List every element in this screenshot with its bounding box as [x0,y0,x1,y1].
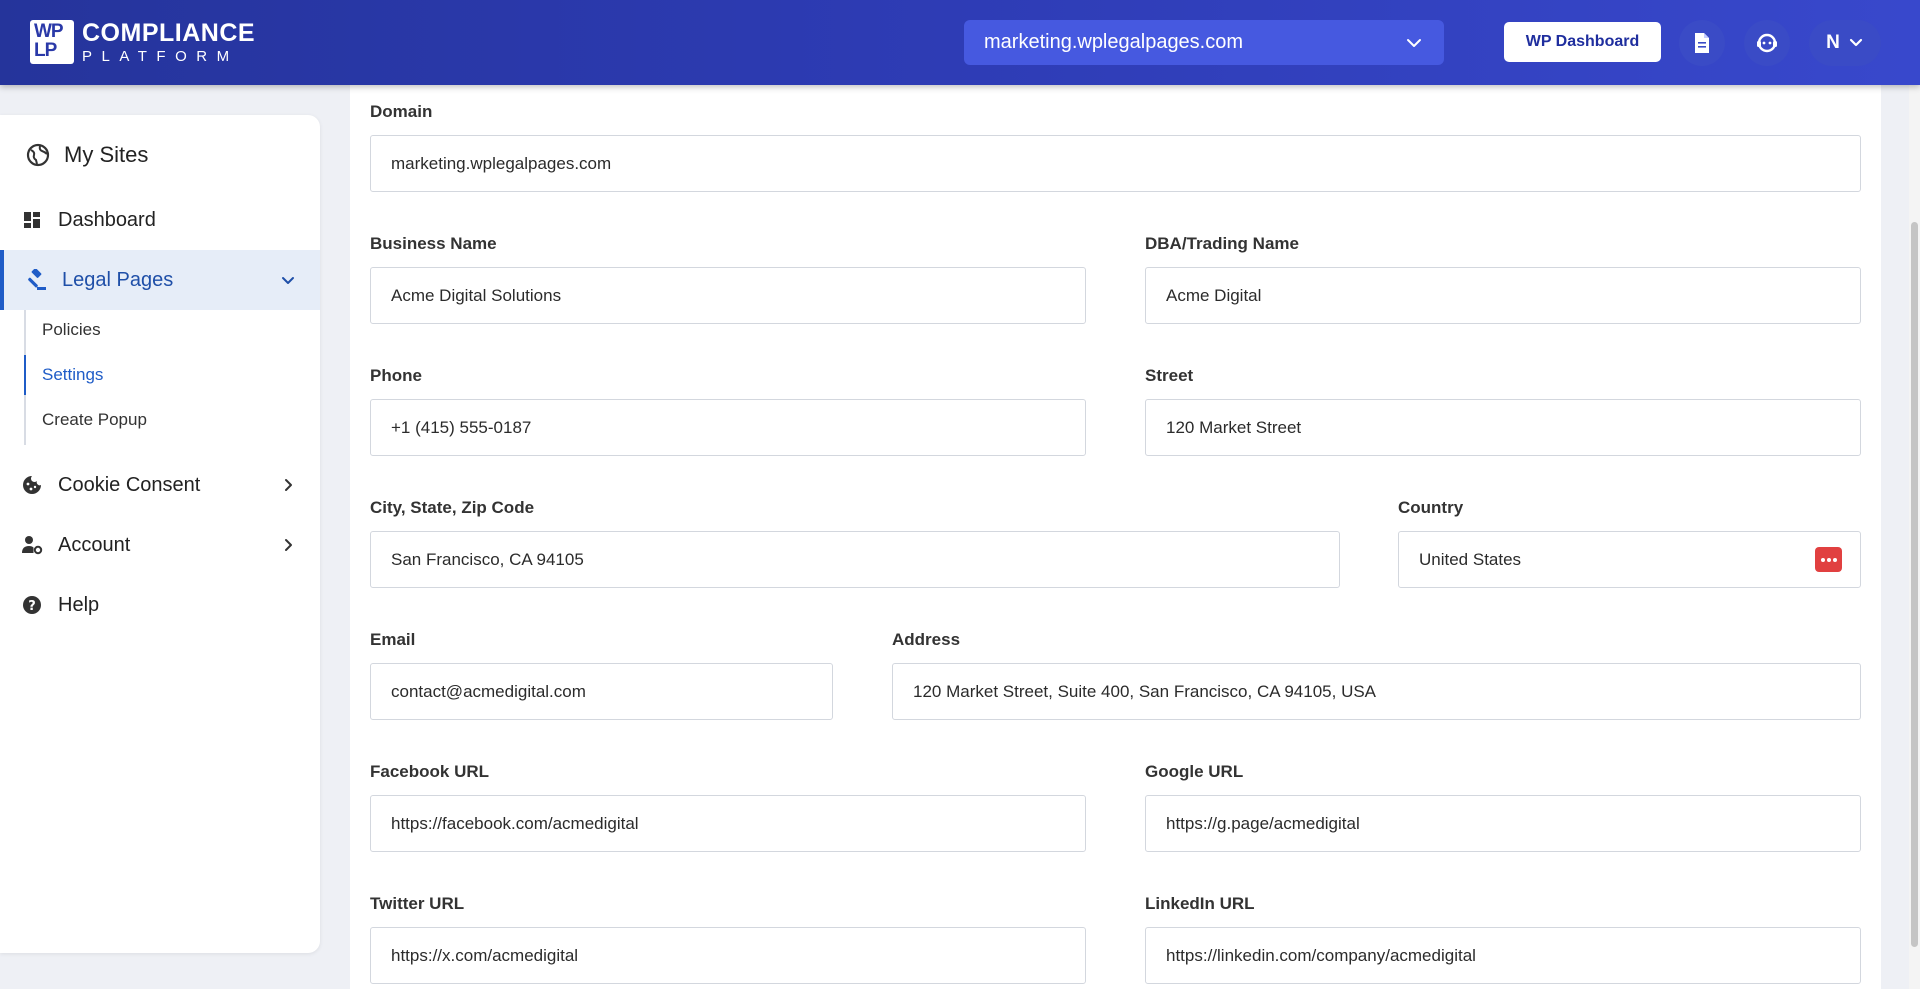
sidebar-item-my-sites[interactable]: My Sites [0,122,320,188]
logo[interactable]: WP LP COMPLIANCE PLATFORM [30,20,255,64]
chevron-down-icon [1849,38,1862,47]
sidebar-item-label: Dashboard [58,208,156,231]
sidebar-item-label: Cookie Consent [58,473,201,496]
street-value: 120 Market Street [1166,417,1302,437]
submenu-item-create-popup[interactable]: Create Popup [26,400,286,440]
document-icon [1695,33,1709,53]
cookie-icon [20,473,44,497]
chevron-down-icon [282,277,294,284]
phone-input[interactable]: +1 (415) 555-0187 [370,399,1086,456]
address-label: Address [892,630,961,649]
google-value: https://g.page/acmedigital [1166,813,1360,833]
business-name-value: Acme Digital Solutions [391,285,562,305]
document-button[interactable] [1679,20,1725,66]
business-name-input[interactable]: Acme Digital Solutions [370,267,1086,324]
sidebar-item-label: Account [58,533,131,556]
city-value: San Francisco, CA 94105 [391,549,584,569]
user-initial: N [1826,32,1840,53]
facebook-value: https://facebook.com/acmedigital [391,813,639,833]
email-label: Email [370,630,416,649]
business-name-label: Business Name [370,234,497,253]
user-settings-icon [20,533,44,557]
sidebar-item-label: Legal Pages [62,268,174,291]
dashboard-icon [20,208,44,232]
linkedin-label: LinkedIn URL [1145,894,1255,913]
email-input[interactable]: contact@acmedigital.com [370,663,833,720]
email-value: contact@acmedigital.com [391,681,586,701]
globe-icon [26,143,50,167]
facebook-label: Facebook URL [370,762,490,781]
phone-label: Phone [370,366,422,385]
gavel-icon [24,268,48,292]
support-icon [1757,33,1777,53]
wp-dashboard-button[interactable]: WP Dashboard [1504,22,1661,62]
twitter-label: Twitter URL [370,894,465,913]
twitter-value: https://x.com/acmedigital [391,945,579,965]
sidebar-item-label: My Sites [64,142,149,167]
facebook-input[interactable]: https://facebook.com/acmedigital [370,795,1086,852]
city-label: City, State, Zip Code [370,498,535,517]
linkedin-value: https://linkedin.com/company/acmedigital [1166,945,1476,965]
settings-form: Domain marketing.wplegalpages.com Busine… [350,85,1881,989]
google-input[interactable]: https://g.page/acmedigital [1145,795,1861,852]
sidebar: My Sites Dashboard Legal Pages Policies [0,115,320,953]
sidebar-item-account[interactable]: Account [0,515,320,575]
scrollbar-thumb[interactable] [1911,222,1918,947]
country-select[interactable]: United States [1398,531,1861,588]
linkedin-input[interactable]: https://linkedin.com/company/acmedigital [1145,927,1861,984]
address-value: 120 Market Street, Suite 400, San Franci… [913,681,1377,701]
street-label: Street [1145,366,1194,385]
support-button[interactable] [1744,20,1790,66]
logo-line-2: PLATFORM [82,47,239,65]
submenu-item-policies[interactable]: Policies [26,310,286,350]
more-options-icon[interactable] [1815,547,1842,572]
twitter-input[interactable]: https://x.com/acmedigital [370,927,1086,984]
logo-text: COMPLIANCE PLATFORM [82,18,256,65]
street-input[interactable]: 120 Market Street [1145,399,1861,456]
logo-line-1: COMPLIANCE [82,18,256,47]
dba-value: Acme Digital [1166,285,1262,305]
dba-label: DBA/Trading Name [1145,234,1299,253]
country-label: Country [1398,498,1464,517]
domain-label: Domain [370,102,433,121]
sidebar-item-help[interactable]: ? Help [0,575,320,635]
top-bar: WP LP COMPLIANCE PLATFORM marketing.wple… [0,0,1920,85]
site-selector[interactable]: marketing.wplegalpages.com [964,20,1444,65]
svg-text:?: ? [28,599,36,614]
sidebar-item-label: Help [58,593,100,616]
domain-input[interactable]: marketing.wplegalpages.com [370,135,1861,192]
address-input[interactable]: 120 Market Street, Suite 400, San Franci… [892,663,1861,720]
phone-value: +1 (415) 555-0187 [391,417,532,437]
domain-value: marketing.wplegalpages.com [391,153,612,173]
legal-pages-submenu: Policies Settings Create Popup [24,310,304,445]
dba-input[interactable]: Acme Digital [1145,267,1861,324]
chevron-down-icon [1407,39,1421,47]
logo-mark: WP LP [30,20,74,64]
country-value: United States [1419,549,1522,569]
logo-mark-bottom: LP [34,40,57,61]
help-icon: ? [20,593,44,617]
sidebar-item-legal-pages[interactable]: Legal Pages [0,250,320,310]
sidebar-item-cookie-consent[interactable]: Cookie Consent [0,455,320,515]
google-label: Google URL [1145,762,1244,781]
user-menu-button[interactable]: N [1809,20,1881,66]
submenu-item-settings[interactable]: Settings [24,355,286,395]
chevron-right-icon [285,479,292,491]
chevron-right-icon [285,539,292,551]
city-input[interactable]: San Francisco, CA 94105 [370,531,1340,588]
sidebar-item-dashboard[interactable]: Dashboard [0,190,320,250]
site-selector-value: marketing.wplegalpages.com [984,31,1244,53]
